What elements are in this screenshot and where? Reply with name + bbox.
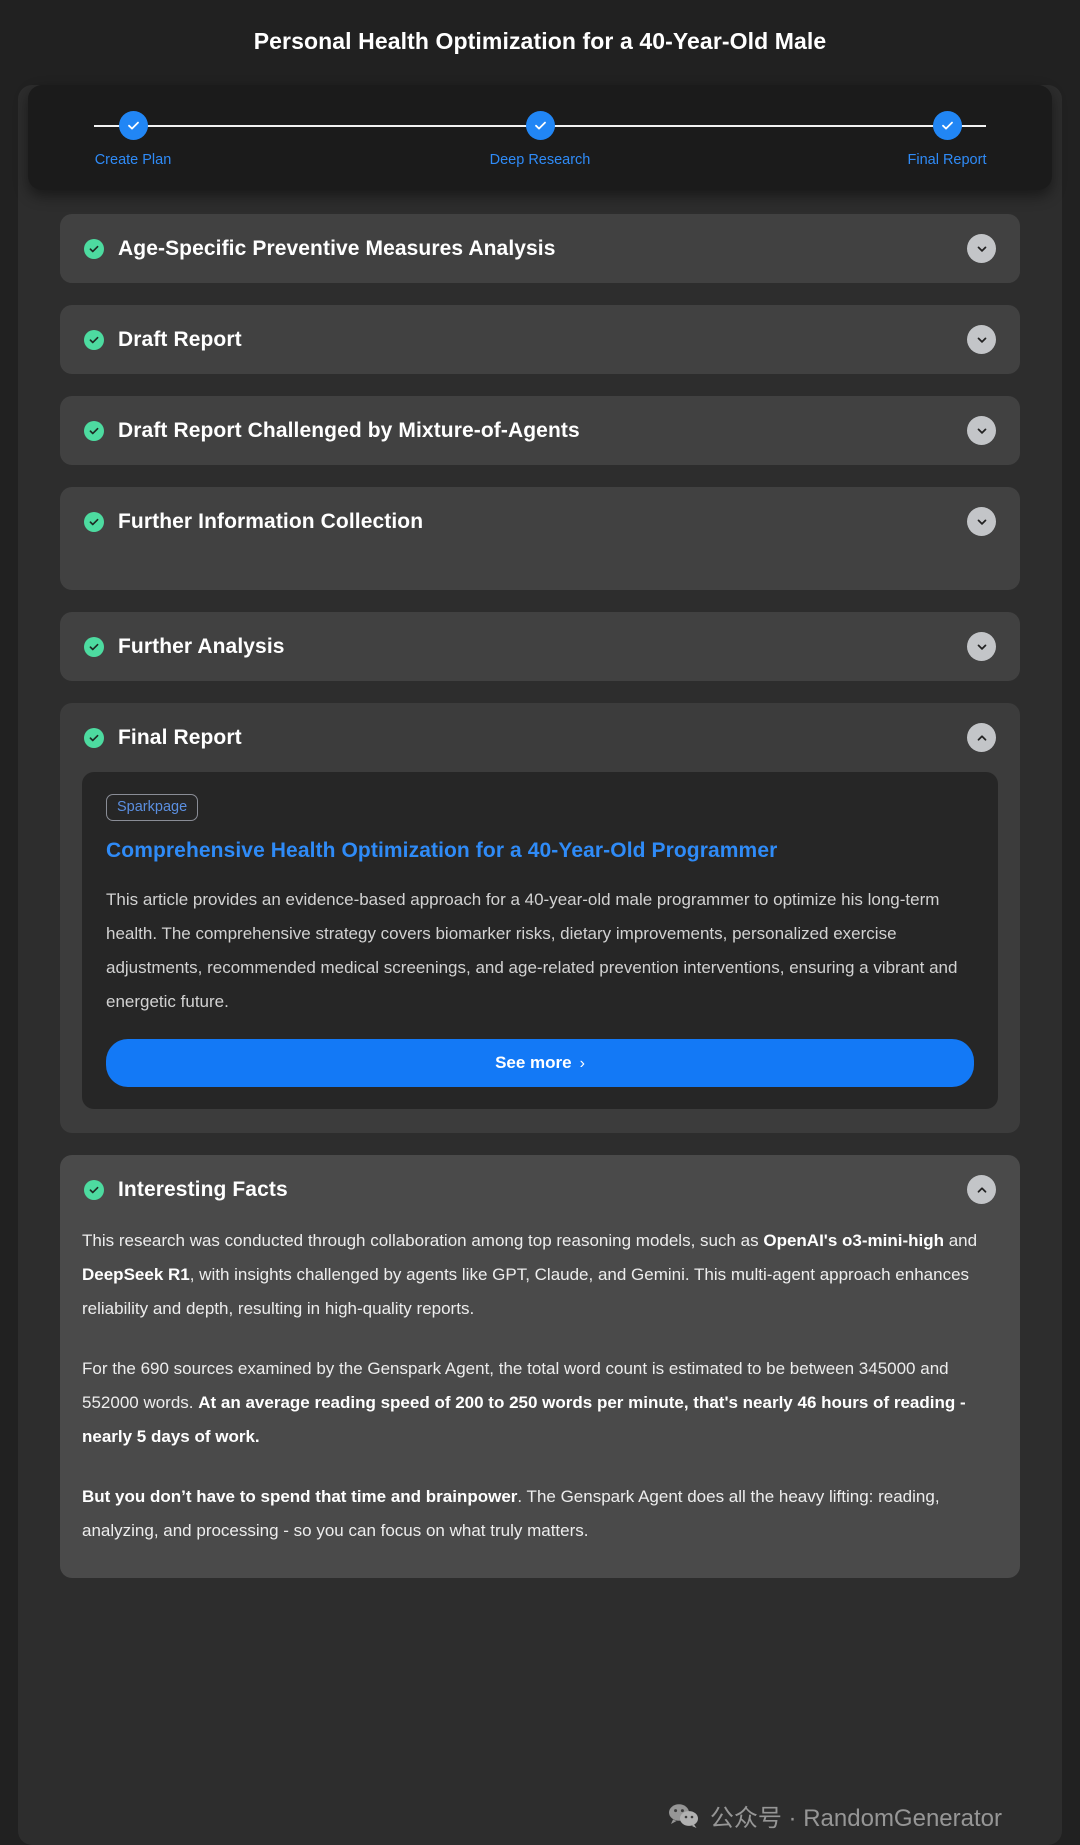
facts-bold-openai: OpenAI's o3-mini-high bbox=[763, 1231, 944, 1250]
section-further-analysis[interactable]: Further Analysis bbox=[60, 612, 1020, 681]
see-more-label: See more bbox=[495, 1053, 572, 1072]
chevron-down-icon[interactable] bbox=[967, 234, 996, 263]
section-age-specific-preventive-measures-analysis[interactable]: Age-Specific Preventive Measures Analysi… bbox=[60, 214, 1020, 283]
section-interesting-facts[interactable]: Interesting Facts This research was cond… bbox=[60, 1155, 1020, 1578]
progress-stepper: Create Plan Deep Research Final Report bbox=[58, 111, 1022, 168]
check-circle-icon bbox=[84, 727, 104, 748]
chevron-down-icon[interactable] bbox=[967, 325, 996, 354]
section-title: Final Report bbox=[118, 725, 242, 749]
report-container: Create Plan Deep Research Final Report A… bbox=[18, 85, 1062, 1845]
chevron-up-icon[interactable] bbox=[967, 723, 996, 752]
stepper-step-label: Deep Research bbox=[489, 152, 591, 168]
check-icon bbox=[932, 111, 962, 140]
progress-stepper-card: Create Plan Deep Research Final Report bbox=[28, 85, 1052, 190]
check-circle-icon bbox=[84, 511, 104, 532]
facts-text: This research was conducted through coll… bbox=[82, 1231, 764, 1250]
section-title: Draft Report bbox=[118, 327, 242, 351]
facts-bold-reading-speed: At an average reading speed of 200 to 25… bbox=[82, 1393, 966, 1446]
chevron-down-icon[interactable] bbox=[967, 632, 996, 661]
check-circle-icon bbox=[84, 420, 104, 441]
section-header[interactable]: Draft Report bbox=[60, 305, 1020, 374]
facts-bold-brainpower: But you don’t have to spend that time an… bbox=[82, 1487, 518, 1506]
sparkpage-title-link[interactable]: Comprehensive Health Optimization for a … bbox=[106, 839, 974, 863]
section-draft-report[interactable]: Draft Report bbox=[60, 305, 1020, 374]
section-further-information-collection[interactable]: Further Information Collection bbox=[60, 487, 1020, 590]
section-header[interactable]: Final Report bbox=[60, 703, 1020, 772]
facts-paragraph-1: This research was conducted through coll… bbox=[82, 1224, 998, 1326]
section-header[interactable]: Further Information Collection bbox=[60, 487, 1020, 556]
sections-list: Age-Specific Preventive Measures Analysi… bbox=[18, 190, 1062, 1578]
chevron-down-icon[interactable] bbox=[967, 507, 996, 536]
section-title: Draft Report Challenged by Mixture-of-Ag… bbox=[118, 418, 580, 442]
facts-text: and bbox=[944, 1231, 978, 1250]
check-circle-icon bbox=[84, 238, 104, 259]
interesting-facts-body: This research was conducted through coll… bbox=[60, 1224, 1020, 1548]
check-circle-icon bbox=[84, 1179, 104, 1200]
section-title: Further Analysis bbox=[118, 634, 285, 658]
section-title: Age-Specific Preventive Measures Analysi… bbox=[118, 236, 556, 260]
chevron-up-icon[interactable] bbox=[967, 1175, 996, 1204]
section-header[interactable]: Interesting Facts bbox=[60, 1155, 1020, 1224]
check-circle-icon bbox=[84, 636, 104, 657]
section-final-report[interactable]: Final Report Sparkpage Comprehensive Hea… bbox=[60, 703, 1020, 1133]
stepper-step-label: Create Plan bbox=[94, 152, 172, 168]
wechat-icon bbox=[668, 1803, 700, 1829]
sparkpage-result-card[interactable]: Sparkpage Comprehensive Health Optimizat… bbox=[82, 772, 998, 1109]
stepper-step-final-report[interactable]: Final Report bbox=[872, 111, 1022, 168]
section-draft-report-challenged-by-mixture-of-agents[interactable]: Draft Report Challenged by Mixture-of-Ag… bbox=[60, 396, 1020, 465]
stepper-step-create-plan[interactable]: Create Plan bbox=[58, 111, 208, 168]
check-icon bbox=[525, 111, 555, 140]
stepper-step-label: Final Report bbox=[907, 152, 987, 168]
facts-paragraph-2: For the 690 sources examined by the Gens… bbox=[82, 1352, 998, 1454]
stepper-step-deep-research[interactable]: Deep Research bbox=[465, 111, 615, 168]
section-header[interactable]: Age-Specific Preventive Measures Analysi… bbox=[60, 214, 1020, 283]
status-badge: Sparkpage bbox=[106, 794, 199, 821]
chevron-down-icon[interactable] bbox=[967, 416, 996, 445]
watermark: 公众号 · RandomGenerator bbox=[668, 1798, 1002, 1833]
see-more-button[interactable]: See more › bbox=[106, 1039, 974, 1087]
facts-text: , with insights challenged by agents lik… bbox=[82, 1265, 970, 1318]
final-report-body: Sparkpage Comprehensive Health Optimizat… bbox=[60, 772, 1020, 1133]
watermark-text: 公众号 · RandomGenerator bbox=[709, 1805, 1002, 1832]
section-header[interactable]: Further Analysis bbox=[60, 612, 1020, 681]
facts-bold-deepseek: DeepSeek R1 bbox=[82, 1265, 190, 1284]
section-title: Interesting Facts bbox=[118, 1177, 288, 1201]
chevron-right-icon: › bbox=[579, 1055, 585, 1072]
page-title: Personal Health Optimization for a 40-Ye… bbox=[253, 28, 827, 54]
sparkpage-description: This article provides an evidence-based … bbox=[106, 890, 958, 1011]
check-circle-icon bbox=[84, 329, 104, 350]
section-header[interactable]: Draft Report Challenged by Mixture-of-Ag… bbox=[60, 396, 1020, 465]
section-title: Further Information Collection bbox=[118, 509, 424, 533]
check-icon bbox=[118, 111, 148, 140]
facts-paragraph-3: But you don’t have to spend that time an… bbox=[82, 1480, 998, 1548]
